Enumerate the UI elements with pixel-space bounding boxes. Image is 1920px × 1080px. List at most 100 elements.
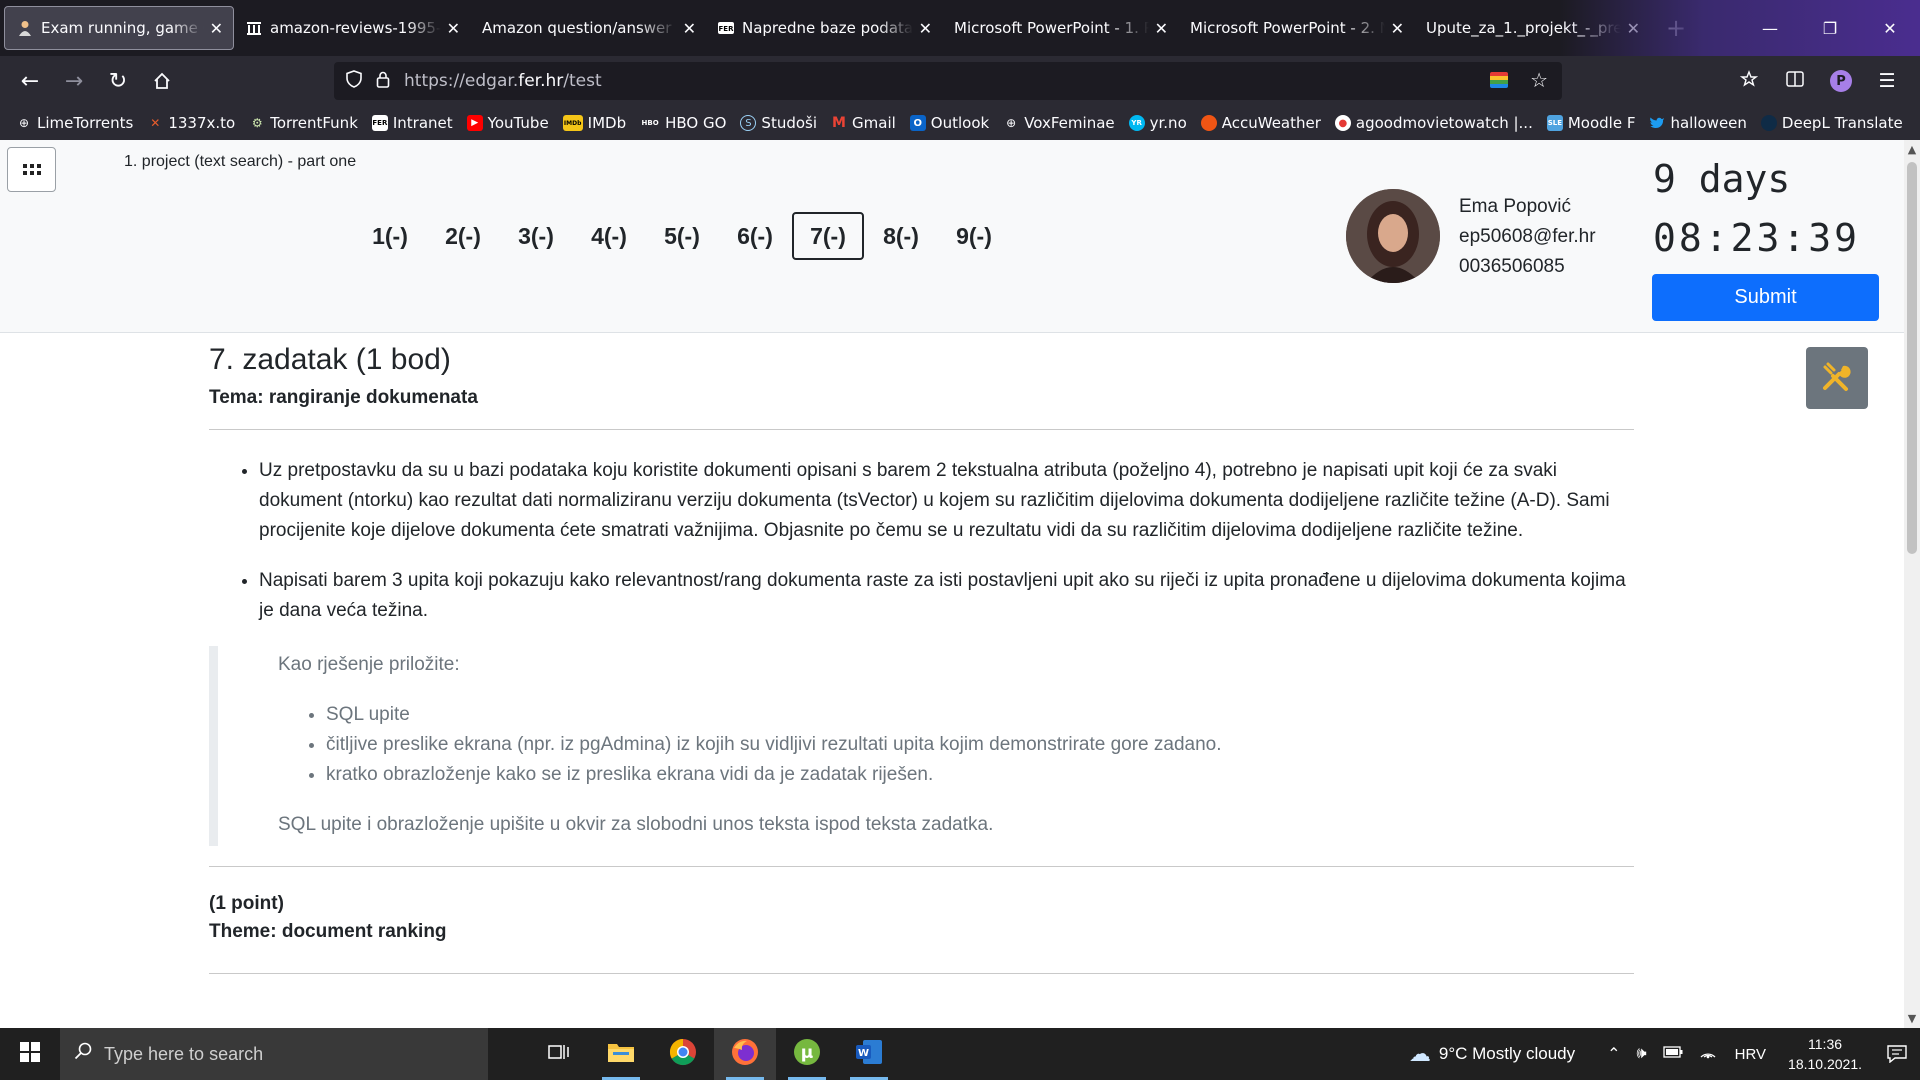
address-bar[interactable]: https://edgar.fer.hr/test ☆	[334, 62, 1562, 100]
bookmark-label: Gmail	[852, 114, 896, 132]
wifi-icon[interactable]	[1699, 1045, 1717, 1064]
firefox-icon	[731, 1038, 759, 1070]
tab-napredne-baze[interactable]: FER Napredne baze podataka ✕	[706, 6, 942, 50]
bookmark-star-icon[interactable]: ☆	[1530, 68, 1548, 92]
minimize-icon[interactable]: —	[1740, 0, 1800, 56]
tab-title: Amazon question/answer data	[482, 19, 677, 37]
question-button-9[interactable]: 9(-)	[938, 212, 1010, 260]
profile-avatar[interactable]: P	[1830, 70, 1852, 92]
menu-icon[interactable]: ☰	[1864, 70, 1910, 92]
question-button-4[interactable]: 4(-)	[573, 212, 645, 260]
bookmark-deepl[interactable]: DeepL Translate	[1760, 114, 1903, 132]
taskbar-search[interactable]: Type here to search	[60, 1028, 488, 1080]
question-button-7[interactable]: 7(-)	[792, 212, 864, 260]
bookmark-hbogo[interactable]: HBO HBO GO	[640, 114, 727, 132]
scroll-up-icon[interactable]: ▲	[1904, 143, 1920, 156]
tab-title: Microsoft PowerPoint - 1. Predavanje	[954, 19, 1149, 37]
speaker-icon[interactable]: 🕪	[1637, 1045, 1647, 1063]
question-button-6[interactable]: 6(-)	[719, 212, 791, 260]
bookmark-voxfeminae[interactable]: ⊕ VoxFeminae	[1003, 114, 1114, 132]
shield-icon[interactable]	[346, 69, 362, 93]
attach-list: SQL upite čitljive preslike ekrana (npr.…	[278, 700, 1634, 790]
battery-icon[interactable]	[1662, 1045, 1683, 1063]
weather-text: 9°C Mostly cloudy	[1438, 1044, 1576, 1063]
user-info: Ema Popović ep50608@fer.hr 0036506085	[1459, 192, 1596, 282]
tab-title: amazon-reviews-1995-2023	[270, 19, 441, 37]
tab-ppt-2[interactable]: Microsoft PowerPoint - 2. Napredno ✕	[1178, 6, 1414, 50]
bookmark-label: VoxFeminae	[1024, 114, 1115, 132]
word-button[interactable]: W	[838, 1028, 900, 1080]
exam-header: 1. project (text search) - part one 1(-)…	[0, 140, 1904, 333]
bookmark-gmail[interactable]: M Gmail	[831, 114, 896, 132]
tab-amazon-reviews[interactable]: amazon-reviews-1995-2023 ✕	[234, 6, 470, 50]
close-icon[interactable]: ✕	[447, 19, 460, 38]
chrome-icon	[669, 1038, 697, 1070]
close-icon[interactable]: ✕	[919, 19, 932, 38]
list-item: Uz pretpostavku da su u bazi podataka ko…	[259, 456, 1634, 546]
bookmark-outlook[interactable]: O Outlook	[909, 114, 989, 132]
reload-icon[interactable]: ↻	[96, 63, 140, 99]
task-view-button[interactable]	[528, 1028, 590, 1080]
extension-icon[interactable]	[1490, 72, 1508, 88]
bookmark-intranet[interactable]: FER Intranet	[371, 114, 453, 132]
task-list: Uz pretpostavku da su u bazi podataka ko…	[209, 456, 1634, 626]
apps-menu-button[interactable]	[7, 147, 56, 192]
x-icon: ✕	[150, 116, 161, 130]
page-scrollbar[interactable]: ▲ ▼	[1904, 140, 1920, 1028]
reader-view-icon[interactable]	[1772, 70, 1818, 92]
language-indicator[interactable]: HRV	[1735, 1046, 1766, 1063]
attach-intro: Kao rješenje priložite:	[278, 654, 460, 675]
chevron-up-icon[interactable]: ⌃	[1607, 1044, 1620, 1064]
list-item: kratko obrazloženje kako se iz preslika …	[326, 760, 1634, 790]
bookmark-label: DeepL Translate	[1781, 114, 1903, 132]
back-arrow-icon[interactable]: ←	[8, 63, 52, 99]
lock-icon[interactable]	[376, 71, 390, 92]
file-explorer-button[interactable]	[590, 1028, 652, 1080]
close-icon[interactable]: ✕	[210, 19, 223, 38]
bookmark-agoodmovie[interactable]: ● agoodmovietowatch |...	[1334, 114, 1533, 132]
bookmark-imdb[interactable]: IMDb IMDb	[562, 114, 627, 132]
utorrent-button[interactable]: µ	[776, 1028, 838, 1080]
bookmark-moodle[interactable]: SLE Moodle F	[1546, 114, 1635, 132]
attach-note: SQL upite i obrazloženje upišite u okvir…	[278, 814, 994, 835]
bookmark-torrentfunk[interactable]: ⚙ TorrentFunk	[249, 114, 358, 132]
close-icon[interactable]: ✕	[1155, 19, 1168, 38]
bookmark-yrno[interactable]: YR yr.no	[1128, 114, 1187, 132]
restore-icon[interactable]: ❐	[1800, 0, 1860, 56]
close-icon[interactable]: ✕	[683, 19, 696, 38]
tab-exam[interactable]: Exam running, game ON! ✕	[4, 6, 234, 50]
weather-widget[interactable]: ☁ 9°C Mostly cloudy	[1409, 1041, 1575, 1067]
bookmark-label: IMDb	[587, 114, 627, 132]
submit-button[interactable]: Submit	[1652, 274, 1879, 321]
start-button[interactable]	[0, 1028, 60, 1080]
question-button-1[interactable]: 1(-)	[354, 212, 426, 260]
forward-arrow-icon[interactable]: →	[52, 63, 96, 99]
bookmark-accuweather[interactable]: AccuWeather	[1200, 114, 1321, 132]
tab-strip: Exam running, game ON! ✕ amazon-reviews-…	[0, 0, 1920, 56]
notification-icon[interactable]	[1874, 1045, 1920, 1063]
close-window-icon[interactable]: ✕	[1860, 0, 1920, 56]
question-button-5[interactable]: 5(-)	[646, 212, 718, 260]
scroll-down-icon[interactable]: ▼	[1904, 1012, 1920, 1025]
chrome-button[interactable]	[652, 1028, 714, 1080]
question-button-8[interactable]: 8(-)	[865, 212, 937, 260]
tab-ppt-1[interactable]: Microsoft PowerPoint - 1. Predavanje ✕	[942, 6, 1178, 50]
bookmark-studosi[interactable]: S Studoši	[740, 114, 817, 132]
tools-button[interactable]	[1806, 347, 1868, 409]
bookmark-youtube[interactable]: ▶ YouTube	[466, 114, 549, 132]
bookmark-halloween[interactable]: halloween	[1649, 114, 1747, 132]
firefox-button[interactable]	[714, 1028, 776, 1080]
bookmark-1337x[interactable]: ✕ 1337x.to	[147, 114, 235, 132]
tab-amazon-qa[interactable]: Amazon question/answer data ✕	[470, 6, 706, 50]
clock-date: 18.10.2021.	[1788, 1056, 1862, 1072]
bookmark-label: halloween	[1670, 114, 1747, 132]
bookmark-limetorrents[interactable]: ⊕ LimeTorrents	[16, 114, 133, 132]
home-icon[interactable]	[140, 63, 184, 99]
question-button-2[interactable]: 2(-)	[427, 212, 499, 260]
clock[interactable]: 11:36 18.10.2021.	[1788, 1034, 1862, 1074]
pocket-icon[interactable]	[1726, 69, 1772, 93]
question-button-3[interactable]: 3(-)	[500, 212, 572, 260]
system-tray: ☁ 9°C Mostly cloudy ⌃ 🕪 HRV 11:36 18.10.…	[1409, 1028, 1920, 1080]
close-icon[interactable]: ✕	[1391, 19, 1404, 38]
scrollbar-thumb[interactable]	[1907, 162, 1917, 554]
